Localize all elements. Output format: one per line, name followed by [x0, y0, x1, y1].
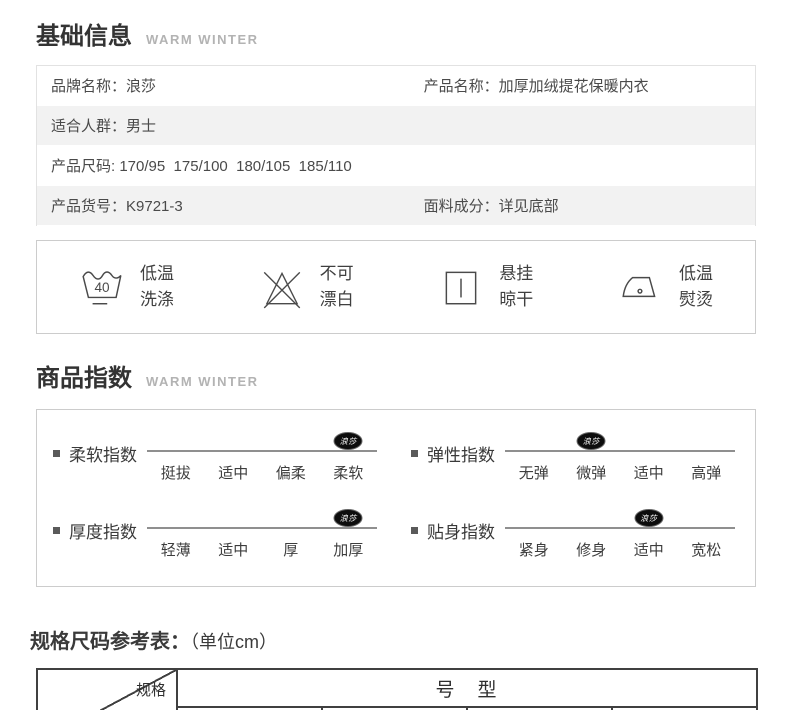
- corner-label-spec: 规格: [136, 679, 166, 700]
- empty-cell: [424, 115, 741, 136]
- size-group-header: 号 型: [177, 669, 757, 707]
- gauge-label: 厚: [262, 539, 320, 560]
- brand-name-cell: 品牌名称：浪莎: [51, 75, 424, 96]
- gauge-elasticity: 弹性指数 浪莎 无弹 微弹 适中 高弹: [411, 440, 735, 483]
- gauge-label: 偏柔: [262, 462, 320, 483]
- square-bullet-icon: [411, 450, 418, 457]
- gauge-softness: 柔软指数 浪莎 挺拔 适中 偏柔 柔软: [53, 440, 377, 483]
- gauge-line: [147, 527, 377, 529]
- product-code-cell: 产品货号：K9721-3: [51, 195, 424, 216]
- gauge-name: 贴身指数: [427, 518, 495, 543]
- gauge-label: 宽松: [678, 539, 736, 560]
- table-row: 产品尺码: 170/95 175/100 180/105 185/110: [37, 146, 755, 186]
- iron-low-temp-icon: [618, 264, 664, 310]
- table-row: 适合人群：男士: [37, 106, 755, 146]
- no-bleach-icon: [259, 264, 305, 310]
- care-label: 低温 熨烫: [679, 261, 713, 314]
- gauge-label: 挺拔: [147, 462, 205, 483]
- fabric-cell: 面料成分：详见底部: [424, 195, 741, 216]
- gauge-name: 弹性指数: [427, 441, 495, 466]
- product-sizes-cell: 产品尺码: 170/95 175/100 180/105 185/110: [51, 155, 741, 176]
- table-row: 产品货号：K9721-3 面料成分：详见底部: [37, 186, 755, 226]
- care-label: 不可 漂白: [320, 261, 354, 314]
- care-label: 悬挂 晾干: [499, 261, 533, 314]
- gauge-label: 适中: [205, 539, 263, 560]
- care-instructions-box: 40 低温 洗涤 不可 漂白 悬挂: [36, 240, 756, 334]
- gauge-label: 适中: [620, 539, 678, 560]
- brand-marker: 浪莎: [334, 432, 363, 450]
- gauge-line: [505, 527, 735, 529]
- gauge-thickness: 厚度指数 浪莎 轻薄 适中 厚 加厚: [53, 517, 377, 560]
- gauge-name: 柔软指数: [69, 441, 137, 466]
- gauge-name: 厚度指数: [69, 518, 137, 543]
- hang-dry-icon: [438, 264, 484, 310]
- index-subtitle: WARM WINTER: [146, 374, 259, 389]
- product-name-cell: 产品名称：加厚加绒提花保暖内衣: [424, 75, 741, 96]
- basic-info-title: 基础信息: [36, 16, 132, 51]
- gauge-label: 加厚: [320, 539, 378, 560]
- gauge-label: 紧身: [505, 539, 563, 560]
- basic-info-table: 品牌名称：浪莎 产品名称：加厚加绒提花保暖内衣 适合人群：男士 产品尺码: 17…: [36, 65, 756, 226]
- target-group-cell: 适合人群：男士: [51, 115, 424, 136]
- size-table-title: 规格尺码参考表：（单位cm）: [30, 625, 790, 654]
- gauge-label: 微弹: [563, 462, 621, 483]
- care-item-wash: 40 低温 洗涤: [79, 261, 174, 314]
- diagonal-header-cell: 规格 部位名称: [37, 669, 177, 710]
- basic-info-subtitle: WARM WINTER: [146, 32, 259, 47]
- care-item-bleach: 不可 漂白: [259, 261, 354, 314]
- wash-low-temp-icon: 40: [79, 264, 125, 310]
- gauge-line: [505, 450, 735, 452]
- brand-marker: 浪莎: [577, 432, 606, 450]
- gauge-label: 高弹: [678, 462, 736, 483]
- square-bullet-icon: [53, 450, 60, 457]
- care-item-iron: 低温 熨烫: [618, 261, 713, 314]
- size-reference-table: 规格 部位名称 号 型 170/95 175/100 180/105 185/1…: [36, 668, 758, 710]
- gauge-label: 修身: [563, 539, 621, 560]
- gauge-label: 无弹: [505, 462, 563, 483]
- gauge-fit: 贴身指数 浪莎 紧身 修身 适中 宽松: [411, 517, 735, 560]
- gauge-label: 轻薄: [147, 539, 205, 560]
- gauge-label: 适中: [205, 462, 263, 483]
- index-header: 商品指数 WARM WINTER: [36, 358, 790, 393]
- care-item-dry: 悬挂 晾干: [438, 261, 533, 314]
- gauge-label: 适中: [620, 462, 678, 483]
- brand-marker: 浪莎: [634, 509, 663, 527]
- square-bullet-icon: [411, 527, 418, 534]
- table-row: 品牌名称：浪莎 产品名称：加厚加绒提花保暖内衣: [37, 66, 755, 106]
- gauge-label: 柔软: [320, 462, 378, 483]
- basic-info-header: 基础信息 WARM WINTER: [36, 16, 790, 51]
- index-title: 商品指数: [36, 358, 132, 393]
- gauge-line: [147, 450, 377, 452]
- index-box: 柔软指数 浪莎 挺拔 适中 偏柔 柔软 弹性指数 浪莎 无弹 微弹 适中 高弹: [36, 409, 756, 587]
- brand-marker: 浪莎: [334, 509, 363, 527]
- care-label: 低温 洗涤: [140, 261, 174, 314]
- square-bullet-icon: [53, 527, 60, 534]
- wash-temp-number: 40: [94, 280, 110, 295]
